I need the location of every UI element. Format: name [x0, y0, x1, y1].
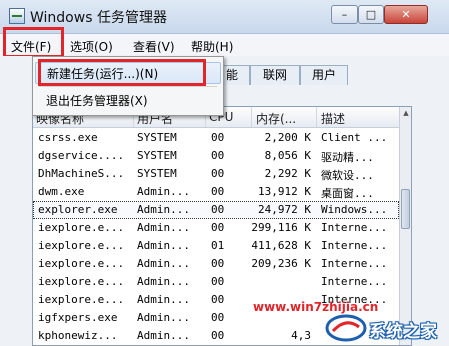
table-row[interactable]: iexplore.e... Admin... 00 Interne... [33, 273, 399, 291]
new-task-highlight-box [38, 59, 206, 86]
close-icon: ✕ [401, 8, 411, 21]
title-bar: Windows 任务管理器 – □ ✕ [0, 0, 449, 34]
menu-view[interactable]: 查看(V) [133, 38, 175, 55]
logo-text: 系统之家 [369, 322, 437, 342]
scroll-up-icon[interactable]: ▲ [400, 107, 411, 119]
scroll-thumb[interactable] [401, 189, 410, 229]
minimize-icon: – [341, 8, 348, 21]
menu-options[interactable]: 选项(O) [70, 38, 113, 55]
menu-item-exit[interactable]: 退出任务管理器(X) [35, 90, 221, 112]
menu-separator [39, 86, 217, 87]
close-button[interactable]: ✕ [384, 5, 428, 24]
window-title: Windows 任务管理器 [30, 10, 167, 26]
table-row[interactable]: dwm.exe Admin... 00 13,912 K 桌面窗... [33, 183, 399, 201]
table-row[interactable]: iexplore.e... Admin... 01 411,628 K Interne.… [33, 237, 399, 255]
table-row[interactable]: iexplore.e... Admin... 00 299,116 K Interne.… [33, 219, 399, 237]
col-memory[interactable]: 内存(... [256, 110, 296, 127]
file-menu-highlight-box [3, 27, 64, 58]
col-description[interactable]: 描述 [321, 110, 345, 127]
vertical-scrollbar[interactable]: ▲ [399, 107, 411, 345]
task-manager-icon [9, 8, 25, 24]
menu-bar: 文件(F) 选项(O) 查看(V) 帮助(H) [0, 34, 449, 56]
menu-help[interactable]: 帮助(H) [191, 38, 233, 55]
table-row[interactable]: csrss.exe SYSTEM 00 2,200 K Client ... [33, 129, 399, 147]
system-home-logo-icon [325, 314, 367, 342]
table-row[interactable]: iexplore.e... Admin... 00 209,236 K Interne.… [33, 255, 399, 273]
maximize-icon: □ [365, 8, 377, 21]
table-row[interactable]: DhMachineS... SYSTEM 00 2,292 K 微软设... [33, 165, 399, 183]
minimize-button[interactable]: – [331, 5, 358, 24]
tab-users[interactable]: 用户 [300, 65, 348, 85]
tab-networking[interactable]: 联网 [250, 65, 300, 85]
watermark-url: www.win7zhijia.cn [253, 300, 379, 314]
table-row-selected[interactable]: explorer.exe Admin... 00 24,972 K Windows... [33, 201, 399, 219]
menu-item-exit-label: 退出任务管理器(X) [46, 94, 148, 108]
maximize-button[interactable]: □ [358, 5, 384, 24]
site-logo: 系统之家 [325, 313, 443, 343]
table-row[interactable]: dgservice.... SYSTEM 00 8,056 K 驱动精... [33, 147, 399, 165]
